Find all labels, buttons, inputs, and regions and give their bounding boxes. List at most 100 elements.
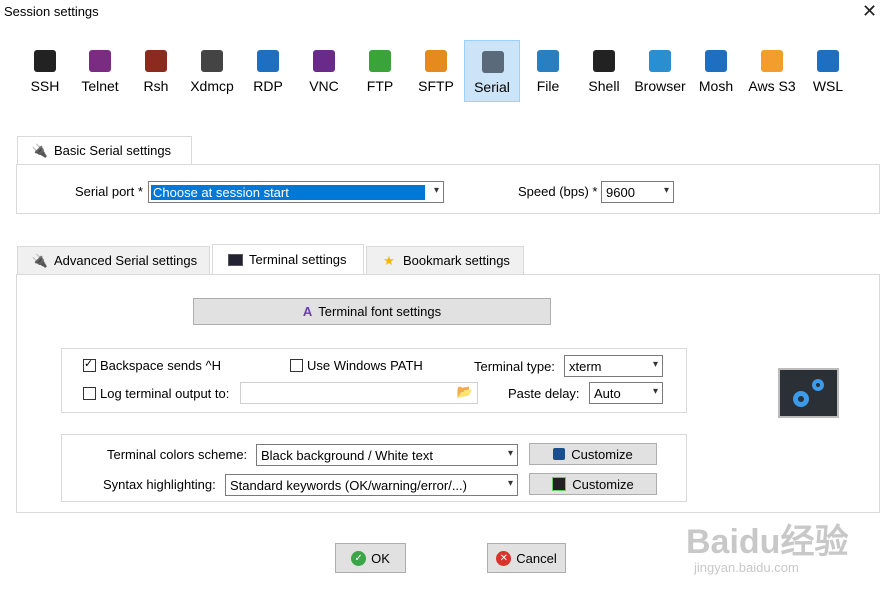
telnet-icon [89,50,111,72]
log-output-checkbox[interactable]: Log terminal output to: [83,386,229,401]
serial-plug-icon [482,51,504,73]
colors-group: Terminal colors scheme: Black background… [61,434,687,502]
backspace-label: Backspace sends ^H [100,358,221,373]
xdmcp-icon [201,50,223,72]
check-icon: ✓ [351,550,367,566]
rdp-icon [257,50,279,72]
serial-port-value: Choose at session start [151,184,425,200]
tab-advanced-serial-settings[interactable]: 🔌 Advanced Serial settings [17,246,210,275]
terminal-font-settings-button[interactable]: A Terminal font settings [193,298,551,325]
protocol-label: Aws S3 [748,78,796,94]
protocol-xdmcp-button[interactable]: Xdmcp [184,40,240,102]
protocol-label: RDP [253,78,283,94]
protocol-ssh-button[interactable]: SSH [17,40,73,102]
protocol-rsh-button[interactable]: Rsh [128,40,184,102]
customize-colors-button[interactable]: Customize [529,443,657,465]
cancel-button[interactable]: ✕ Cancel [487,543,566,573]
protocol-label: Xdmcp [190,78,234,94]
customize-colors-label: Customize [571,446,633,462]
protocol-label: Telnet [81,78,119,94]
serial-plug-icon: 🔌 [31,252,49,268]
protocol-label: FTP [366,78,394,94]
protocol-label: Mosh [698,78,734,94]
protocol-label: SFTP [418,78,454,94]
protocol-label: File [536,78,560,94]
checkbox-box [290,359,303,372]
checkbox-box [83,357,96,372]
protocol-telnet-button[interactable]: Telnet [72,40,128,102]
protocol-shell-button[interactable]: Shell [576,40,632,102]
tab-bookmark-settings[interactable]: ★ Bookmark settings [366,246,524,275]
syntax-highlighting-combo[interactable]: Standard keywords (OK/warning/error/...)… [225,474,518,496]
protocol-file-button[interactable]: File [520,40,576,102]
vnc-icon [313,50,335,72]
syntax-highlighting-label: Syntax highlighting: [103,477,216,492]
customize-syntax-button[interactable]: Customize [529,473,657,495]
windows-path-checkbox[interactable]: Use Windows PATH [290,358,423,373]
protocol-label: Browser [634,78,686,94]
protocol-label: Shell [588,78,620,94]
customize-syntax-label: Customize [572,476,634,492]
folder-icon[interactable]: 📂 [457,384,473,400]
protocol-browser-button[interactable]: Browser [632,40,688,102]
checkbox-box [83,387,96,400]
protocol-label: Serial [474,79,510,95]
terminal-font-label: Terminal font settings [318,304,442,319]
backspace-checkbox[interactable]: Backspace sends ^H [83,357,221,373]
shell-icon [593,50,615,72]
windows-path-label: Use Windows PATH [307,358,423,373]
palette-icon [553,448,566,460]
chevron-down-icon: ▾ [433,185,439,196]
protocol-label: WSL [812,78,844,94]
tab-terminal-settings[interactable]: Terminal settings [212,244,364,275]
colors-scheme-label: Terminal colors scheme: [107,447,248,462]
protocol-label: VNC [309,78,339,94]
protocol-label: Rsh [143,78,169,94]
terminal-options-group: Backspace sends ^H Use Windows PATH Term… [61,348,687,413]
log-path-input[interactable]: 📂 [240,382,478,404]
protocol-rdp-button[interactable]: RDP [240,40,296,102]
tab-basic-serial-label: Basic Serial settings [54,143,172,158]
chevron-down-icon: ▾ [652,359,658,370]
ok-button[interactable]: ✓ OK [335,543,406,573]
cancel-label: Cancel [516,550,557,566]
protocol-sftp-button[interactable]: SFTP [408,40,464,102]
terminal-icon [227,252,243,268]
star-icon: ★ [383,252,395,268]
ftp-icon [369,50,391,72]
tab-bookmark-label: Bookmark settings [403,253,510,268]
protocol-vnc-button[interactable]: VNC [296,40,352,102]
protocol-mosh-button[interactable]: Mosh [688,40,744,102]
syntax-highlighting-value: Standard keywords (OK/warning/error/...) [230,477,467,493]
tab-advanced-label: Advanced Serial settings [54,253,198,268]
terminal-type-combo[interactable]: xterm ▾ [564,355,663,377]
watermark-logo: Baidu经验 [686,523,849,561]
protocol-serial-button[interactable]: Serial [464,40,520,102]
file-monitor-icon [537,50,559,72]
protocol-aws-s3-button[interactable]: Aws S3 [744,40,800,102]
tab-terminal-label: Terminal settings [249,252,347,267]
serial-port-combo[interactable]: Choose at session start ▾ [148,181,444,203]
serial-port-label: Serial port * [75,184,143,199]
tab-basic-serial-settings[interactable]: 🔌 Basic Serial settings [17,136,192,165]
chevron-down-icon: ▾ [507,478,513,489]
colors-scheme-combo[interactable]: Black background / White text ▾ [256,444,518,466]
syntax-icon [552,477,567,491]
protocol-ftp-button[interactable]: FTP [352,40,408,102]
terminal-type-label: Terminal type: [474,359,555,374]
paste-delay-combo[interactable]: Auto ▾ [589,382,663,404]
cancel-icon: ✕ [496,550,512,566]
log-output-label: Log terminal output to: [100,386,230,401]
protocol-wsl-button[interactable]: WSL [800,40,856,102]
paste-delay-value: Auto [594,385,621,401]
terminal-settings-panel: A Terminal font settings Backspace sends… [16,274,880,513]
terminal-type-value: xterm [569,358,602,374]
paste-delay-label: Paste delay: [508,386,580,401]
gears-settings-icon [778,368,839,418]
speed-value: 9600 [606,184,635,200]
speed-combo[interactable]: 9600 ▾ [601,181,674,203]
globe-icon [649,50,671,72]
window-title: Session settings [4,4,99,19]
close-icon[interactable]: ✕ [862,1,877,22]
serial-plug-icon: 🔌 [31,142,49,158]
